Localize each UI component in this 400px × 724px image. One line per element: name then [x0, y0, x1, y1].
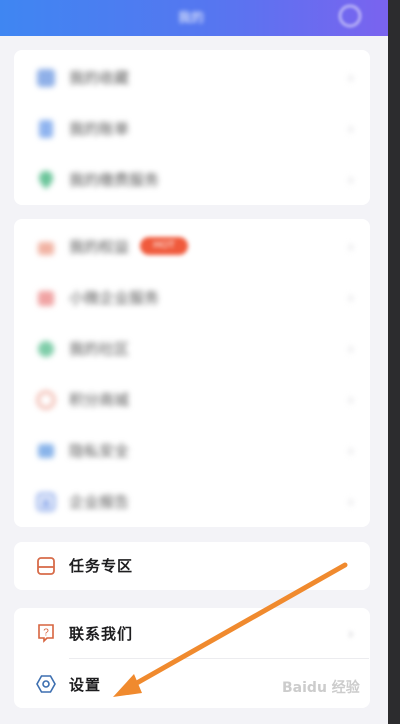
chevron-right-icon: › — [347, 170, 354, 189]
star-icon — [37, 69, 55, 87]
menu-item-enterprise-report[interactable]: 企业报告 › — [14, 476, 370, 526]
medal-icon — [36, 390, 56, 410]
menu-item-task-zone[interactable]: 任务专区 — [14, 542, 370, 590]
menu-item-favorites[interactable]: 我的收藏 › — [14, 52, 370, 102]
chevron-right-icon: › — [347, 288, 354, 307]
menu-item-rights[interactable]: 我的权益 › — [14, 221, 370, 271]
header-bar: 我的 — [0, 0, 388, 36]
my-services-card: 我的收藏 › 我的账单 › 我的缴费服务 › — [14, 50, 370, 205]
chevron-right-icon: › — [347, 492, 354, 511]
menu-item-privacy[interactable]: 隐私安全 › — [14, 425, 370, 475]
menu-item-contact-us[interactable]: ? 联系我们 › — [14, 608, 370, 658]
document-icon — [39, 120, 53, 138]
menu-item-payment[interactable]: 我的缴费服务 › — [14, 154, 370, 204]
page-title: 我的 — [178, 11, 205, 26]
task-card: 任务专区 — [14, 542, 370, 590]
app-screen: 我的 我的收藏 › 我的账单 › 我的缴费服务 › 我的权益 › 小微企业服务 — [0, 0, 388, 724]
settings-icon — [36, 675, 56, 693]
chevron-right-icon: › — [347, 390, 354, 409]
chevron-right-icon: › — [347, 68, 354, 87]
shield-icon — [38, 444, 54, 458]
question-icon: ? — [38, 624, 54, 643]
gear-icon[interactable] — [339, 5, 361, 27]
hot-badge: HOT — [140, 237, 188, 255]
menu-item-community[interactable]: 我的社区 › — [14, 323, 370, 373]
menu-item-smb-service[interactable]: 小微企业服务 › — [14, 272, 370, 322]
people-icon — [38, 341, 54, 357]
chevron-right-icon: › — [347, 339, 354, 358]
briefcase-icon — [38, 291, 54, 306]
scrollbar-strip — [388, 0, 400, 724]
watermark: Baidu 经验 — [282, 680, 360, 696]
menu-item-bills[interactable]: 我的账单 › — [14, 103, 370, 153]
task-icon — [37, 557, 55, 575]
menu-item-points-mall[interactable]: 积分商城 › — [14, 374, 370, 424]
chevron-right-icon: › — [347, 624, 354, 643]
chevron-right-icon: › — [347, 237, 354, 256]
chevron-right-icon: › — [347, 119, 354, 138]
gift-icon — [38, 242, 54, 255]
building-icon — [36, 492, 56, 512]
svg-text:?: ? — [43, 628, 49, 639]
chevron-right-icon: › — [347, 441, 354, 460]
location-icon — [39, 171, 53, 189]
benefits-card: 我的权益 › 小微企业服务 › 我的社区 › 积分商城 › 隐私安全 › 企业报… — [14, 219, 370, 527]
